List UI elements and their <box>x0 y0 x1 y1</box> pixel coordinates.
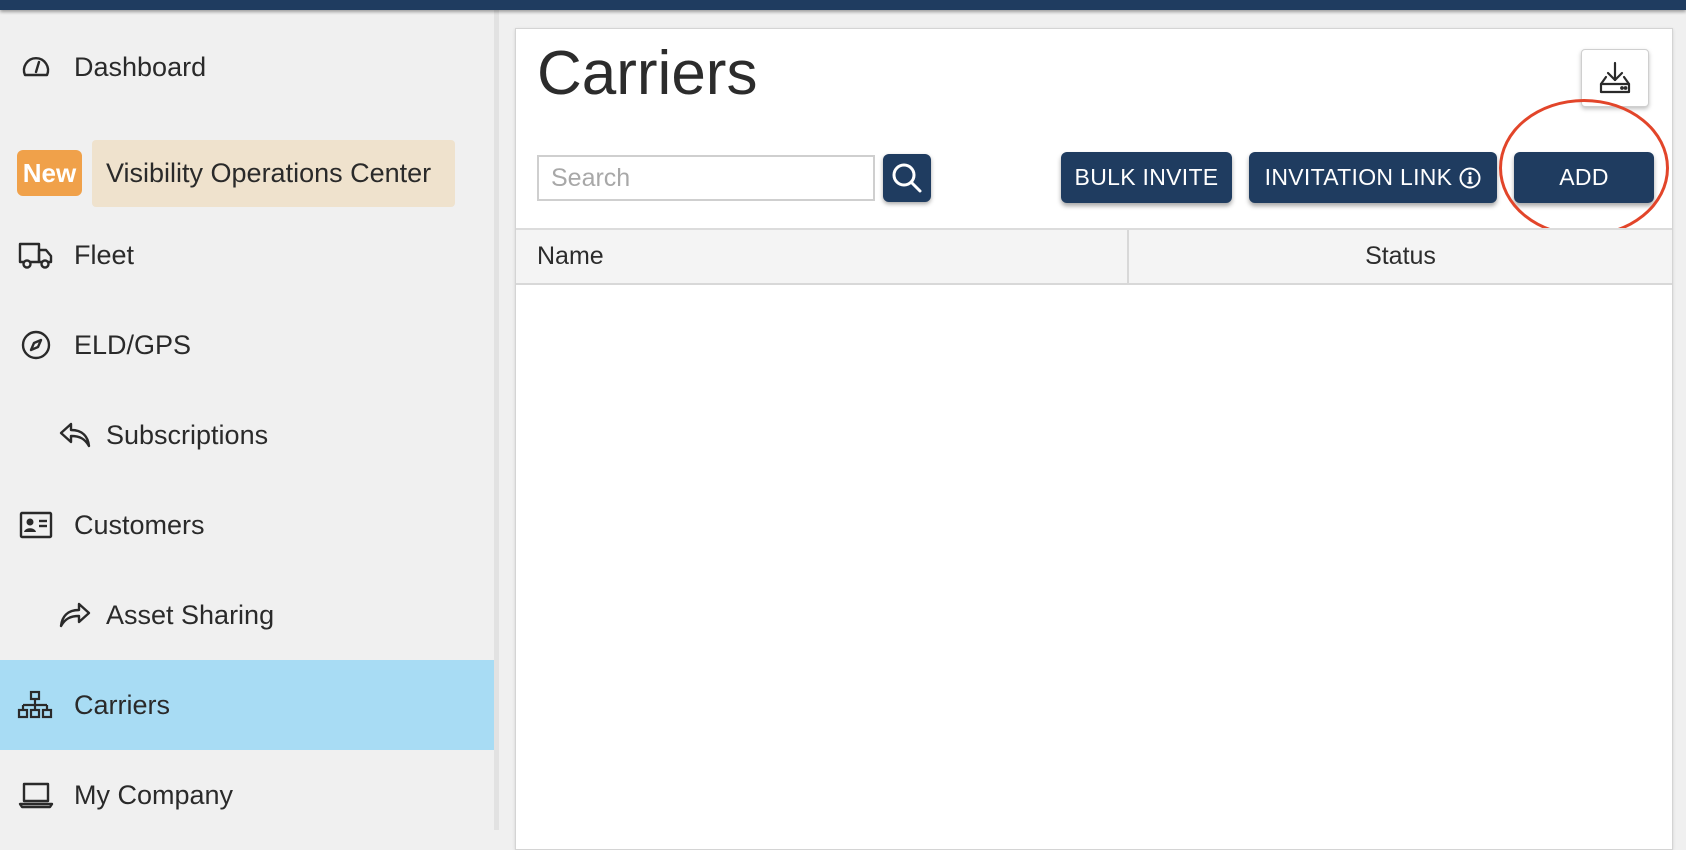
table-body <box>516 285 1672 845</box>
sidebar-item-asset-sharing[interactable]: Asset Sharing <box>0 570 494 660</box>
sidebar-item-label: My Company <box>74 779 234 810</box>
search-input[interactable] <box>537 155 875 201</box>
compass-icon <box>18 327 54 363</box>
sidebar-divider <box>494 10 499 830</box>
sidebar-item-customers[interactable]: Customers <box>0 480 494 570</box>
sidebar-item-carriers[interactable]: Carriers <box>0 660 494 750</box>
bulk-invite-label: BULK INVITE <box>1074 164 1219 190</box>
add-label: ADD <box>1559 164 1609 190</box>
bulk-invite-button[interactable]: BULK INVITE <box>1061 152 1232 203</box>
table-header: Name Status <box>516 228 1672 285</box>
sidebar-item-label: Asset Sharing <box>106 599 275 630</box>
sidebar-item-dashboard[interactable]: Dashboard <box>0 22 494 112</box>
sidebar-item-label: Visibility Operations Center <box>92 140 455 207</box>
sidebar-item-subscriptions[interactable]: Subscriptions <box>0 390 494 480</box>
search-icon <box>890 161 924 195</box>
truck-icon <box>18 237 54 273</box>
invitation-link-button[interactable]: INVITATION LINK <box>1249 152 1497 203</box>
add-button[interactable]: ADD <box>1514 152 1654 203</box>
sidebar-item-label: Dashboard <box>74 51 207 82</box>
sidebar-item-label: Subscriptions <box>106 419 269 450</box>
sidebar-item-label: Customers <box>74 509 205 540</box>
laptop-icon <box>18 777 54 813</box>
sidebar-item-label: Carriers <box>74 689 171 720</box>
info-icon <box>1459 167 1481 189</box>
download-button[interactable] <box>1581 49 1649 107</box>
new-badge: New <box>17 150 82 196</box>
sidebar-item-my-company[interactable]: My Company <box>0 750 494 840</box>
search-button[interactable] <box>883 154 931 202</box>
download-icon <box>1597 60 1633 96</box>
sidebar-item-label: Fleet <box>74 239 135 270</box>
sitemap-icon <box>17 687 53 723</box>
reply-icon <box>57 417 93 453</box>
top-bar <box>0 0 1686 10</box>
column-header-status[interactable]: Status <box>1129 230 1672 283</box>
carriers-panel: Carriers BULK INVITE INVITATION LINK <box>515 28 1673 850</box>
share-icon <box>57 597 93 633</box>
sidebar-item-label: ELD/GPS <box>74 329 192 360</box>
page-title: Carriers <box>537 39 758 108</box>
contact-card-icon <box>18 507 54 543</box>
column-header-name[interactable]: Name <box>516 230 1129 283</box>
sidebar-item-visibility-operations-center[interactable]: New Visibility Operations Center <box>0 132 494 208</box>
sidebar-item-fleet[interactable]: Fleet <box>0 210 494 300</box>
sidebar: Dashboard New Visibility Operations Cent… <box>0 10 494 830</box>
gauge-icon <box>18 49 54 85</box>
invitation-link-label: INVITATION LINK <box>1264 164 1453 190</box>
sidebar-item-eld-gps[interactable]: ELD/GPS <box>0 300 494 390</box>
